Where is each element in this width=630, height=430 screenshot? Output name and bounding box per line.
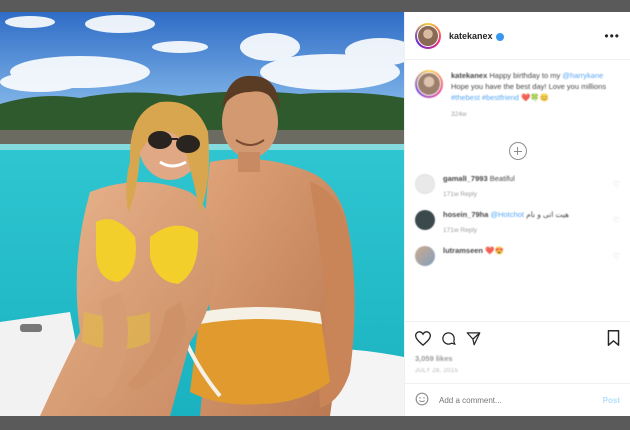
comment-avatar[interactable]	[415, 210, 435, 230]
comment-item: gamalI_7993 Beatiful 171w Reply ♡	[415, 174, 620, 200]
comment-meta[interactable]: 171w Reply	[443, 226, 603, 236]
comment-heart-icon[interactable]: ♡	[613, 180, 620, 189]
share-icon[interactable]	[466, 331, 481, 346]
comment-text-2: و نام	[526, 210, 541, 219]
likes-count[interactable]: 3,059 likes	[415, 354, 620, 363]
avatar[interactable]	[415, 22, 441, 49]
comment-text: Beatiful	[489, 174, 515, 183]
bookmark-icon[interactable]	[607, 330, 620, 346]
comment-item: lutramseen ❤️😍 ♡	[415, 246, 620, 266]
caption-hashtags[interactable]: #thebest #bestfriend	[451, 93, 519, 102]
post-date: JULY 28, 2015	[415, 368, 459, 374]
add-comment-input[interactable]	[437, 394, 603, 406]
username-link[interactable]: katekanex	[449, 31, 493, 41]
post-side-panel: katekanex ••• katekanex Happy birthday t…	[404, 12, 630, 416]
comment-icon[interactable]	[441, 331, 456, 346]
more-options-icon[interactable]: •••	[604, 29, 620, 43]
post-comment-button[interactable]: Post	[603, 396, 620, 405]
post-header: katekanex •••	[405, 12, 630, 60]
comment-item: hosein_79ha @Hotchot هیت اتی و نام 171w …	[415, 210, 620, 236]
caption-body: Happy birthday to my	[489, 71, 561, 80]
comment-username[interactable]: lutramseen	[443, 246, 483, 255]
caption-time: 324w	[451, 111, 467, 118]
post-modal: katekanex ••• katekanex Happy birthday t…	[0, 12, 630, 416]
caption-avatar[interactable]	[415, 70, 443, 98]
action-bar: 3,059 likes JULY 28, 2015	[405, 321, 630, 383]
beach-photo	[0, 12, 404, 416]
load-more-comments-icon[interactable]	[508, 142, 527, 160]
caption-emoji: ❤️🍀😊	[521, 93, 550, 102]
comment-username[interactable]: hosein_79ha	[443, 210, 488, 219]
emoji-icon[interactable]	[415, 392, 429, 408]
comment-meta[interactable]: 171w Reply	[443, 190, 603, 200]
comments-list[interactable]: katekanex Happy birthday to my @harrykan…	[405, 60, 630, 321]
verified-badge-icon	[495, 32, 504, 41]
comment-username[interactable]: gamalI_7993	[443, 174, 488, 183]
caption-body-2: Hope you have the best day! Love you mil…	[451, 82, 607, 91]
comment-avatar[interactable]	[415, 246, 435, 266]
caption-mention[interactable]: @harrykane	[562, 71, 603, 80]
caption: katekanex Happy birthday to my @harrykan…	[415, 70, 620, 120]
caption-text: katekanex Happy birthday to my @harrykan…	[451, 70, 620, 120]
comment-avatar[interactable]	[415, 174, 435, 194]
heart-icon[interactable]	[415, 330, 431, 346]
caption-username[interactable]: katekanex	[451, 71, 487, 80]
comment-heart-icon[interactable]: ♡	[613, 216, 620, 225]
comment-text: هیت اتی	[542, 210, 570, 219]
comment-heart-icon[interactable]: ♡	[613, 252, 620, 261]
post-photo[interactable]	[0, 12, 404, 416]
add-comment-bar: Post	[405, 383, 630, 416]
comment-mention[interactable]: @Hotchot	[491, 210, 524, 219]
comment-text: ❤️😍	[485, 246, 504, 255]
